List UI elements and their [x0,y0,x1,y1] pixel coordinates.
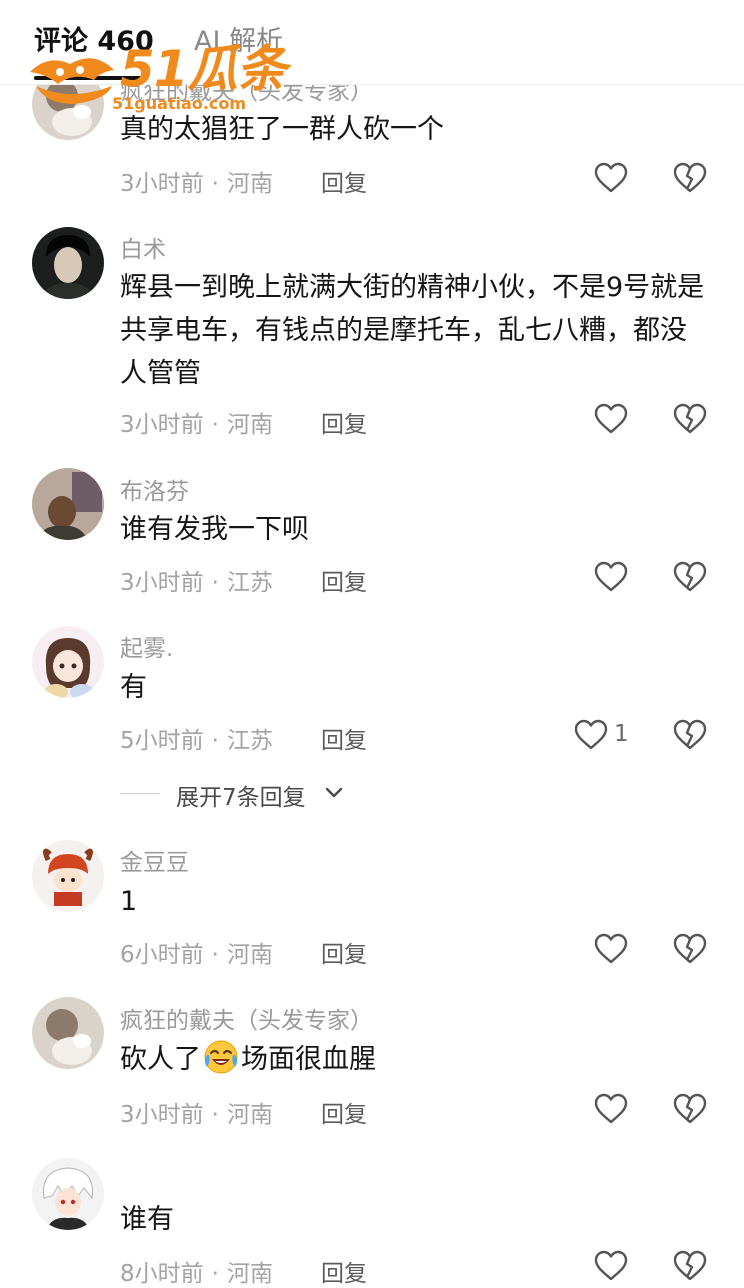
avatar[interactable] [32,840,104,912]
broken-heart-icon[interactable] [673,933,707,965]
reply-button[interactable]: 回复 [321,164,367,198]
avatar[interactable] [32,626,104,698]
reply-button[interactable]: 回复 [321,563,367,597]
comment-username[interactable]: 白术 [120,230,166,264]
comment-meta: 3小时前 · 河南 [120,1102,273,1128]
comment-meta: 5小时前 · 江苏 [120,728,273,754]
comment-text-part: 砍人了 [120,1044,201,1075]
comment-text: 真的太猖狂了一群人砍一个 [120,114,444,145]
chevron-down-icon [325,787,343,798]
broken-heart-icon[interactable] [673,1250,707,1280]
comment-location: 河南 [226,171,273,197]
comment-meta: 6小时前 · 河南 [120,942,273,968]
broken-heart-icon[interactable] [673,719,707,751]
reply-button[interactable]: 回复 [321,935,367,969]
comment-meta: 3小时前 · 河南 [120,171,273,197]
reply-button[interactable]: 回复 [321,405,367,439]
comment-username[interactable]: 金豆豆 [120,843,189,877]
comment-username[interactable]: 疯狂的戴夫（头发专家） [120,1001,373,1035]
comment-time: 3小时前 [120,412,204,438]
expand-replies-label: 展开7条回复 [176,785,306,811]
comment-time: 3小时前 [120,171,204,197]
comment-username[interactable]: 布洛芬 [120,472,189,506]
comment-location: 河南 [226,1102,273,1128]
comment-meta: 3小时前 · 河南 [120,412,273,438]
comment-time: 6小时前 [120,942,204,968]
comment-text: 1 [120,886,138,917]
avatar[interactable] [32,997,104,1069]
expand-divider [120,793,160,794]
comment-text: 辉县一到晚上就满大街的精神小伙，不是9号就是共享电车，有钱点的是摩托车，乱七八糟… [120,272,705,389]
comment-header: 评论 460 AI 解析 [0,0,744,85]
heart-outline-icon[interactable] [594,403,628,435]
broken-heart-icon[interactable] [673,1093,707,1125]
comment-location: 江苏 [226,728,273,754]
like-count: 1 [614,721,629,747]
comment-meta: 3小时前 · 江苏 [120,570,273,596]
tab-comments[interactable]: 评论 460 [34,24,154,60]
crying-laughing-emoji-icon [204,1040,238,1074]
reply-button[interactable]: 回复 [321,1095,367,1129]
comment-text: 谁有 [120,1204,174,1235]
comment-meta: 8小时前 · 河南 [120,1261,273,1287]
avatar[interactable] [32,227,104,299]
active-tab-indicator [34,76,144,80]
comment-location: 河南 [226,1261,273,1287]
heart-outline-icon[interactable] [594,561,628,593]
tab-ai-analysis[interactable]: AI 解析 [194,24,283,60]
comment-location: 河南 [226,942,273,968]
comment-text: 谁有发我一下呗 [120,514,309,545]
avatar[interactable] [32,468,104,540]
comment-username[interactable]: 起雾. [120,629,173,663]
heart-outline-icon[interactable] [594,1250,628,1280]
comment-time: 3小时前 [120,570,204,596]
heart-outline-icon[interactable] [594,933,628,965]
broken-heart-icon[interactable] [673,561,707,593]
comment-text: 砍人了 场面很血腥 [120,1038,710,1081]
comment-text-part: 场面很血腥 [241,1044,376,1075]
comment-text: 有 [120,672,147,703]
broken-heart-icon[interactable] [673,162,707,194]
comment-location: 河南 [226,412,273,438]
broken-heart-icon[interactable] [673,403,707,435]
comment-time: 3小时前 [120,1102,204,1128]
comment-time: 5小时前 [120,728,204,754]
avatar[interactable] [32,1158,104,1230]
heart-outline-icon[interactable] [574,719,608,751]
reply-button[interactable]: 回复 [321,1254,367,1288]
comment-location: 江苏 [226,570,273,596]
heart-outline-icon[interactable] [594,162,628,194]
reply-button[interactable]: 回复 [321,721,367,755]
heart-outline-icon[interactable] [594,1093,628,1125]
comment-time: 8小时前 [120,1261,204,1287]
